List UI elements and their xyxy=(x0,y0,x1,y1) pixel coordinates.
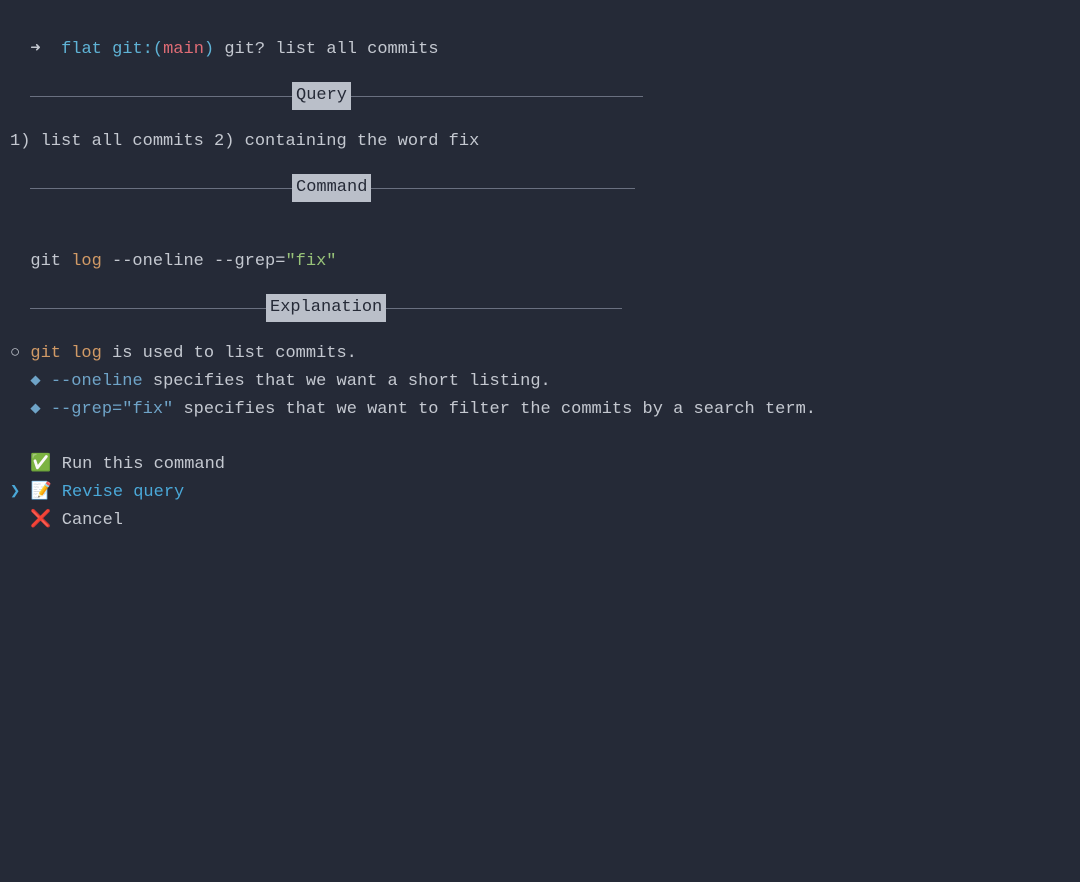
menu-selector-icon: ❯ xyxy=(10,483,30,502)
bullet-diamond-icon: ◆ xyxy=(10,372,51,391)
explanation-highlight: --grep="fix" xyxy=(51,400,173,419)
divider-query: Query xyxy=(10,82,670,110)
divider-line-right xyxy=(351,96,643,97)
explanation-line: ○ git log is used to list commits. xyxy=(10,340,1070,368)
prompt-dir: flat xyxy=(61,40,102,59)
divider-label-explanation: Explanation xyxy=(266,294,386,322)
menu-item-icon: ❌ xyxy=(30,507,51,535)
menu-item-icon: 📝 xyxy=(30,479,51,507)
command-string: "fix" xyxy=(285,252,336,271)
explanation-text: is used to list commits. xyxy=(102,344,357,363)
divider-line-left xyxy=(30,308,266,309)
menu-item-label: Run this command xyxy=(62,455,225,474)
divider-line-left xyxy=(30,188,292,189)
explanation-body: ○ git log is used to list commits. ◆ --o… xyxy=(10,340,1070,424)
divider-explanation: Explanation xyxy=(10,294,670,322)
prompt-git-label: git: xyxy=(112,40,153,59)
prompt-branch: main xyxy=(163,40,204,59)
menu-item[interactable]: ❌ Cancel xyxy=(10,507,1070,535)
command-subcommand: log xyxy=(71,252,102,271)
menu-item[interactable]: ✅ Run this command xyxy=(10,451,1070,479)
prompt-arrow: ➜ xyxy=(30,40,40,59)
explanation-text: specifies that we want to filter the com… xyxy=(173,400,816,419)
prompt-paren-open: ( xyxy=(153,40,163,59)
divider-line-left xyxy=(30,96,292,97)
command-git: git xyxy=(30,252,61,271)
prompt-paren-close: ) xyxy=(204,40,214,59)
explanation-line: ◆ --oneline specifies that we want a sho… xyxy=(10,368,1070,396)
bullet-diamond-icon: ◆ xyxy=(10,400,51,419)
action-menu: ✅ Run this command❯ 📝 Revise query ❌ Can… xyxy=(10,451,1070,535)
menu-item-label: Revise query xyxy=(62,483,184,502)
menu-selector-icon xyxy=(10,455,30,474)
bullet-circle-icon: ○ xyxy=(10,344,30,363)
divider-label-query: Query xyxy=(292,82,351,110)
command-flags: --oneline --grep= xyxy=(112,252,285,271)
prompt-command[interactable]: git? list all commits xyxy=(224,40,438,59)
explanation-highlight: git log xyxy=(30,344,101,363)
query-body: 1) list all commits 2) containing the wo… xyxy=(10,128,1070,156)
menu-item-icon: ✅ xyxy=(30,451,51,479)
command-body: git log --oneline --grep="fix" xyxy=(10,220,1070,276)
explanation-text: specifies that we want a short listing. xyxy=(143,372,551,391)
divider-label-command: Command xyxy=(292,174,371,202)
menu-item-label: Cancel xyxy=(62,511,123,530)
menu-selector-icon xyxy=(10,511,30,530)
explanation-highlight: --oneline xyxy=(51,372,143,391)
divider-line-right xyxy=(386,308,622,309)
explanation-line: ◆ --grep="fix" specifies that we want to… xyxy=(10,396,1070,424)
shell-prompt: ➜ flat git:(main) git? list all commits xyxy=(10,8,1070,64)
menu-item[interactable]: ❯ 📝 Revise query xyxy=(10,479,1070,507)
divider-command: Command xyxy=(10,174,670,202)
divider-line-right xyxy=(371,188,635,189)
